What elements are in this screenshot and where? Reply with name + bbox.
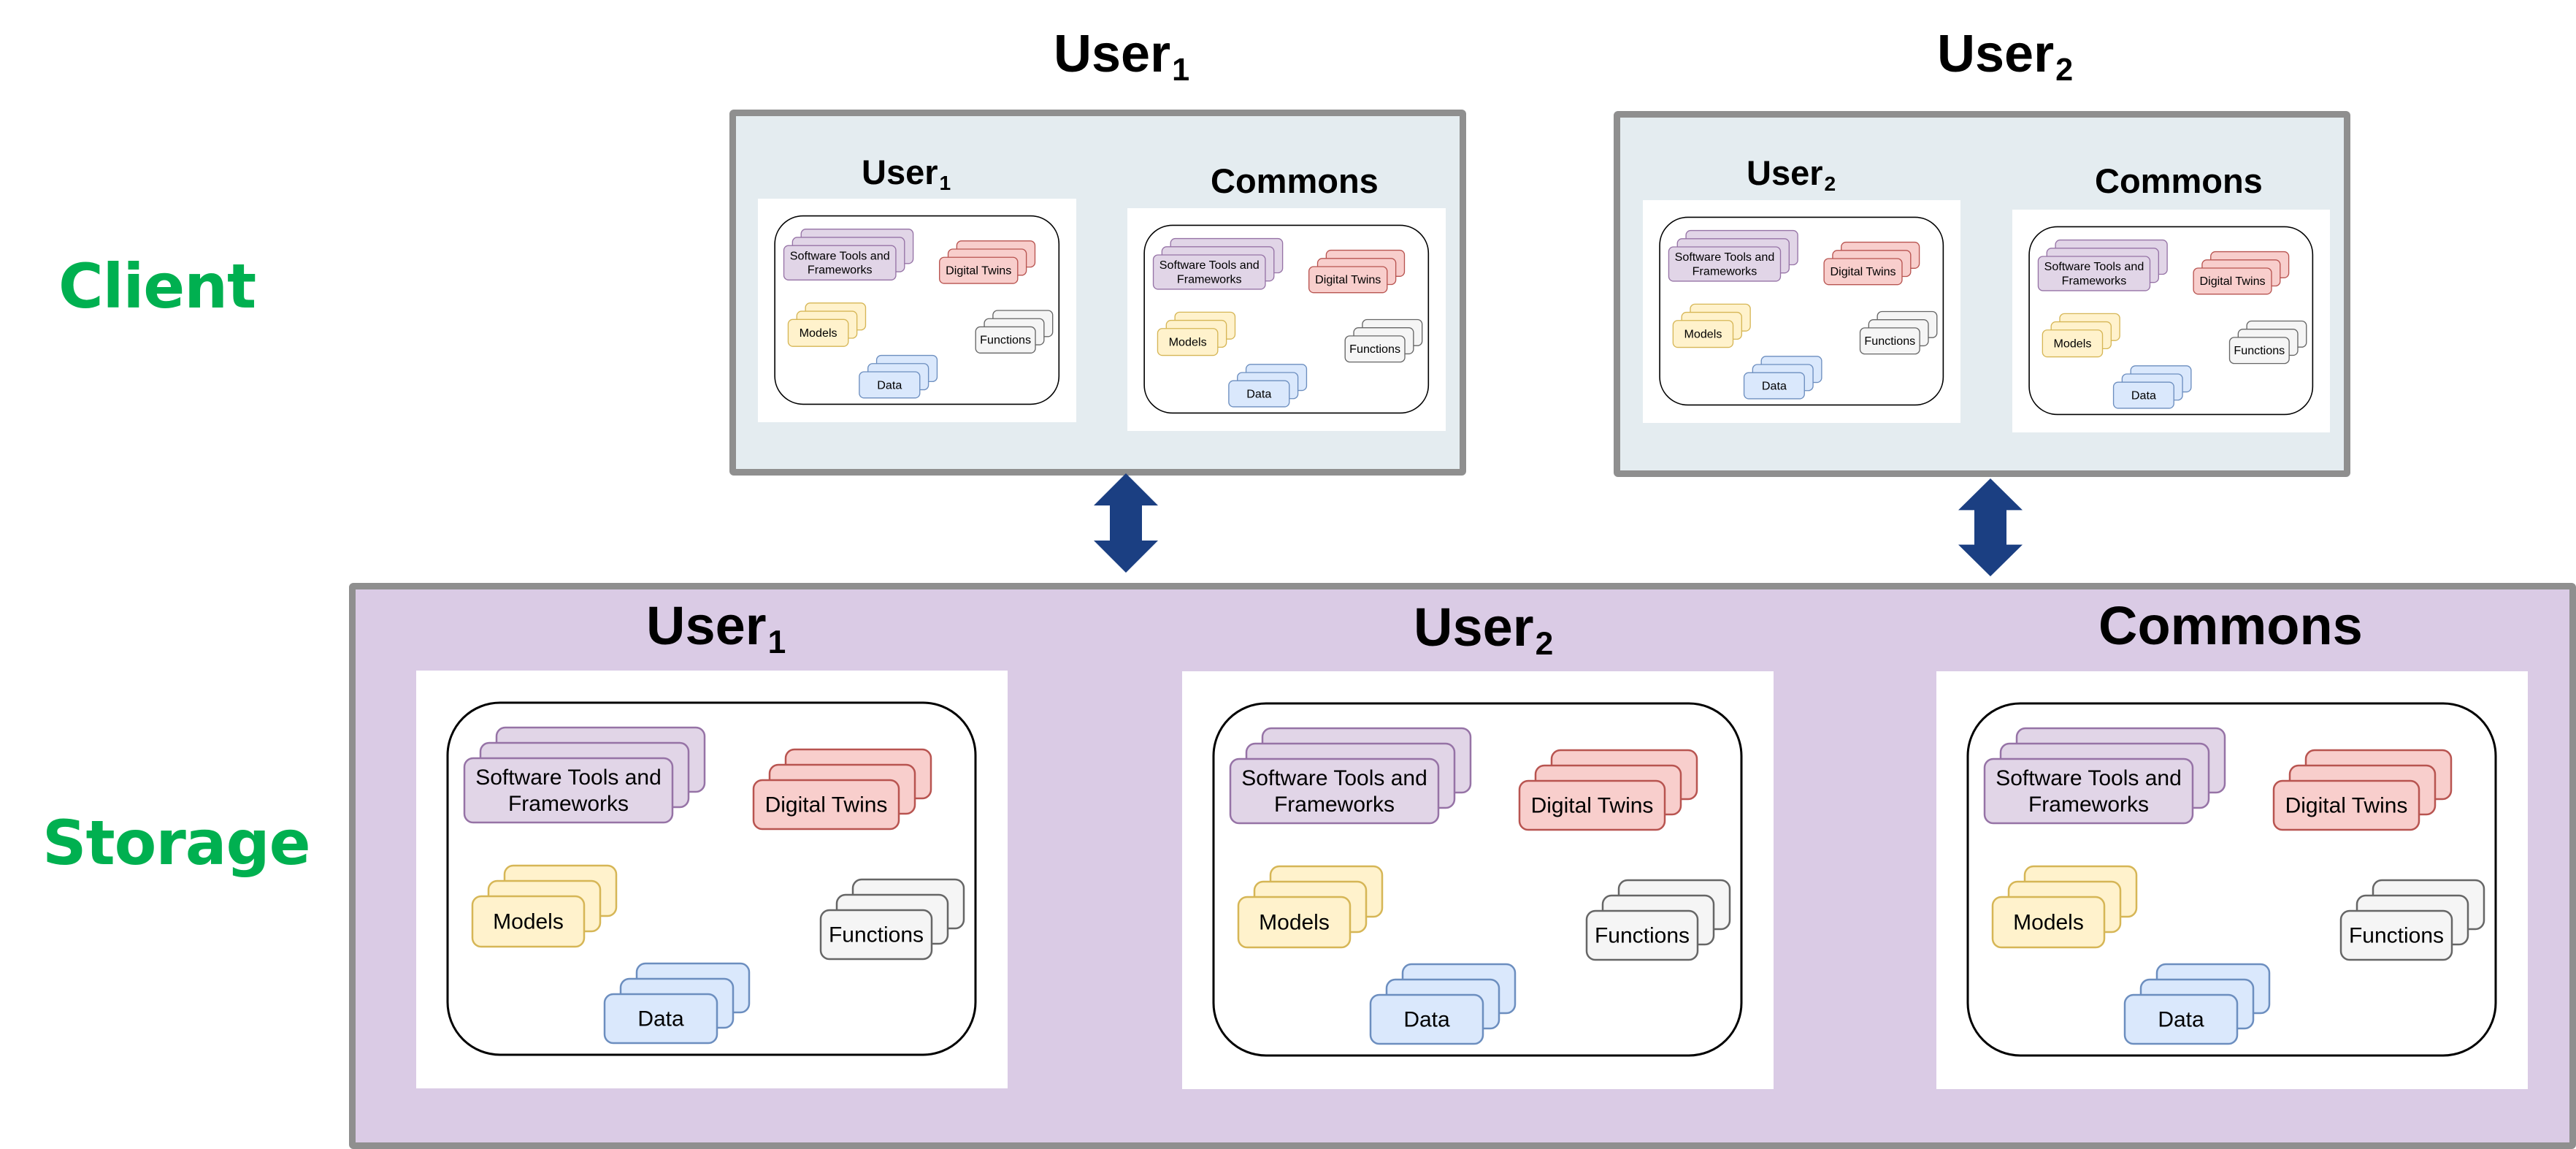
card-label: Data [637, 1007, 684, 1031]
card-label: Software Tools and [1159, 259, 1260, 272]
double-arrow-icon [1958, 478, 2023, 576]
card-label: Models [1684, 328, 1722, 341]
resource-diagram: Software Tools andFrameworks Digital Twin… [446, 701, 977, 1056]
card-label: Frameworks [1274, 793, 1395, 817]
client-user2-panel-title: User2 [1747, 153, 1836, 194]
card-label: Frameworks [2062, 274, 2127, 287]
panel-title-text: User [862, 153, 938, 191]
heading-text: User [1937, 25, 2055, 83]
client-user2-heading: User2 [1937, 25, 2073, 86]
resource-card-software: Software Tools and Frameworks [1229, 727, 1472, 825]
card-label: Frameworks [1693, 264, 1757, 278]
panel-title-subscript: 1 [939, 170, 951, 194]
client-user1-commons-title: Commons [1211, 164, 1379, 198]
card-label: Models [2013, 911, 2084, 935]
sync-arrow-user2 [1958, 478, 2023, 576]
card-label: Frameworks [1177, 272, 1242, 286]
storage-row-label: Storage [42, 807, 311, 879]
card-label: Frameworks [808, 264, 873, 277]
panel-title-text: User [1414, 597, 1534, 657]
card-label: Digital Twins [1531, 794, 1654, 818]
card-label: Digital Twins [1315, 273, 1381, 286]
card-label: Data [1762, 379, 1787, 392]
storage-user1-title: User1 [646, 599, 786, 660]
panel-title-subscript: 1 [767, 625, 786, 661]
card-label: Data [1403, 1008, 1450, 1032]
card-label: Data [877, 378, 902, 392]
card-label: Models [800, 327, 837, 340]
card-label: Software Tools and [1675, 251, 1775, 264]
heading-subscript: 2 [2055, 53, 2074, 88]
card-label: Digital Twins [946, 264, 1011, 278]
panel-title-text: Commons [2098, 595, 2363, 656]
heading-subscript: 1 [1172, 53, 1190, 88]
card-label: Digital Twins [1830, 265, 1895, 278]
card-label: Models [493, 910, 564, 934]
card-label: Models [1259, 911, 1330, 935]
card-label: Functions [1349, 343, 1400, 356]
card-label: Digital Twins [2199, 275, 2265, 288]
resource-card-software: Software Tools and Frameworks [783, 229, 914, 280]
card-label: Software Tools and [1241, 766, 1427, 790]
resource-diagram: Software Tools andFrameworks Digital Twin… [1659, 216, 1944, 406]
client-user2-commons-title: Commons [2095, 164, 2263, 198]
card-label: Functions [2349, 924, 2444, 948]
card-label: Digital Twins [2285, 794, 2408, 818]
client-user1-heading: User1 [1054, 25, 1189, 86]
client-user1-commons-panel: Software Tools and Frameworks Digital Twin… [1127, 208, 1446, 431]
card-label: Data [2158, 1008, 2204, 1032]
double-arrow-icon [1094, 473, 1158, 573]
panel-title-text: User [1747, 153, 1823, 192]
resource-diagram: Software Tools andFrameworks Digital Twin… [1143, 224, 1430, 414]
card-label: Digital Twins [765, 793, 888, 817]
panel-title-subscript: 2 [1535, 626, 1554, 663]
resource-card-software: Software Tools andFrameworks [463, 726, 706, 824]
client-user2-resources-panel: Software Tools and Frameworks Digital Twin… [1643, 200, 1960, 423]
card-label: Frameworks [508, 792, 629, 816]
client-user1-panel-title: User1 [862, 153, 951, 193]
resource-diagram: Software Tools and Frameworks Digital Twin… [1212, 702, 1743, 1057]
card-label: Data [2131, 389, 2156, 402]
card-label: Frameworks [2028, 793, 2149, 817]
card-label: Software Tools and [2044, 260, 2144, 273]
resource-card-software: Software Tools andFrameworks [1152, 237, 1284, 290]
card-label: Software Tools and [1996, 766, 2182, 790]
card-label: Data [1246, 387, 1271, 400]
storage-commons-title: Commons [2098, 599, 2363, 653]
panel-title-subscript: 2 [1824, 171, 1836, 195]
card-label: Functions [1595, 924, 1690, 948]
resource-card-software: Software Tools andFrameworks [1668, 229, 1798, 282]
panel-title-text: User [646, 595, 767, 656]
heading-text: User [1054, 25, 1171, 83]
card-label: Functions [980, 334, 1031, 347]
storage-user2-panel: Software Tools and Frameworks Digital Twin… [1182, 671, 1774, 1089]
client-user1-resources-panel: Software Tools and Frameworks Digital Twin… [758, 199, 1076, 422]
card-label: Models [1169, 336, 1207, 349]
resource-card-software: Software Tools andFrameworks [2037, 239, 2168, 291]
resource-card-software: Software Tools and Frameworks [1983, 727, 2226, 825]
panel-title-text: Commons [2095, 161, 2263, 200]
card-label: Software Tools and [790, 249, 890, 262]
resource-diagram: Software Tools and Frameworks Digital Twin… [774, 215, 1060, 405]
sync-arrow-user1 [1094, 473, 1158, 573]
resource-diagram: Software Tools andFrameworks Digital Twin… [2028, 226, 2314, 416]
panel-title-text: Commons [1211, 161, 1379, 200]
storage-user2-title: User2 [1414, 597, 1553, 661]
card-label: Functions [2234, 344, 2285, 357]
card-label: Functions [1864, 335, 1915, 348]
storage-user1-panel: Software Tools and Frameworks Digital Twin… [416, 671, 1008, 1088]
resource-diagram: Software Tools and Frameworks Digital Twin… [1966, 702, 2497, 1057]
client-user2-commons-panel: Software Tools and Frameworks Digital Twin… [2012, 210, 2330, 432]
card-label: Functions [829, 923, 924, 947]
storage-commons-panel: Software Tools and Frameworks Digital Twin… [1936, 671, 2528, 1089]
client-row-label: Client [58, 251, 256, 322]
card-label: Models [2053, 337, 2091, 351]
card-label: Software Tools and [475, 766, 662, 790]
